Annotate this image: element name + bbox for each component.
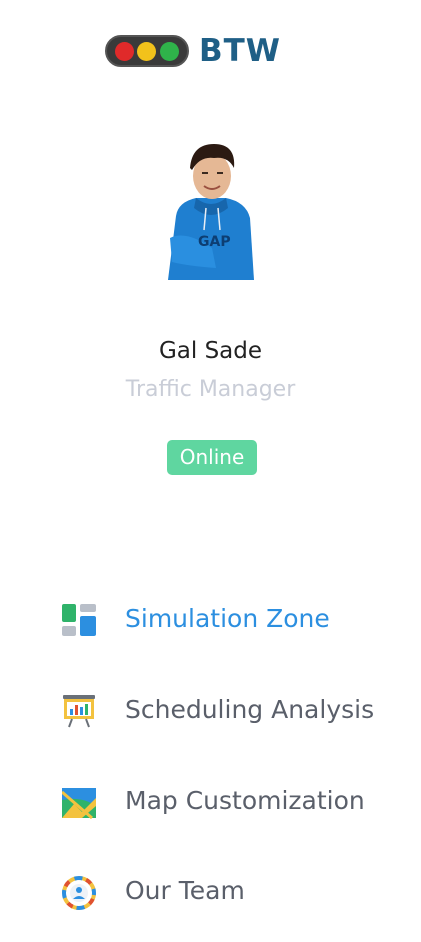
avatar-image: GAP [168,144,254,280]
nav-item-scheduling-analysis[interactable]: Scheduling Analysis [0,681,421,741]
map-icon [61,786,96,820]
avatar: GAP [166,138,256,280]
nav-label: Simulation Zone [125,604,330,633]
nav-item-simulation-zone[interactable]: Simulation Zone [0,590,421,650]
red-light-dot [114,41,134,61]
nav-item-map-customization[interactable]: Map Customization [0,772,421,832]
team-circle-icon [62,876,96,910]
presentation-chart-icon [62,695,96,729]
green-light-dot [160,41,180,61]
status-badge: Online [167,440,257,475]
brand-logo[interactable]: BTW [105,33,281,69]
sidebar: BTW GAP Gal Sade Traffic Manager Online [0,0,421,942]
svg-text:GAP: GAP [198,234,231,250]
nav-label: Scheduling Analysis [125,695,375,724]
brand-name: BTW [199,33,281,69]
traffic-light-icon [105,35,189,67]
profile-role: Traffic Manager [125,377,296,402]
nav-label: Our Team [125,876,245,905]
nav-label: Map Customization [125,786,365,815]
dashboard-icon [62,604,96,638]
nav-item-our-team[interactable]: Our Team [0,862,421,922]
profile-name: Gal Sade [158,338,263,364]
yellow-light-dot [137,41,157,61]
